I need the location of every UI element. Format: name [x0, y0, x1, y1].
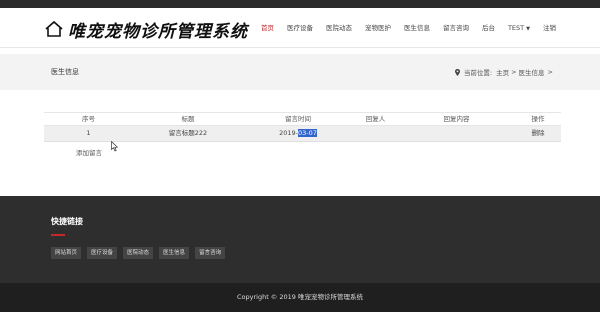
breadcrumb-current[interactable]: 医生信息: [519, 67, 545, 77]
main-nav: 首页 医疗设备 医院动态 宠物医护 医生信息 留言咨询 后台 TEST ▼ 注销: [248, 21, 556, 35]
breadcrumb-prefix: 当前位置:: [463, 69, 493, 77]
nav-message-consult[interactable]: 留言咨询: [443, 21, 469, 35]
page-banner: 医生信息 当前位置: 主页 > 医生信息 >: [0, 54, 600, 90]
nav-pet-care[interactable]: 宠物医护: [365, 21, 391, 35]
site-title: 唯宠宠物诊所管理系统: [68, 21, 248, 42]
top-strip: [0, 0, 600, 8]
nav-logout[interactable]: 注销: [543, 21, 556, 35]
breadcrumb-home[interactable]: 主页: [496, 67, 509, 77]
site-header: 唯宠宠物诊所管理系统 首页 医疗设备 医院动态 宠物医护 医生信息 留言咨询 后…: [0, 8, 600, 48]
quick-links: 网站首页 医疗设备 医院动态 医生信息 留言咨询: [51, 247, 231, 259]
column-header-reply-by: 回复人: [365, 115, 386, 123]
row-time-prefix: 2019-: [279, 129, 298, 137]
column-header-title: 标题: [181, 115, 195, 123]
row-reply-content: [398, 126, 515, 141]
quick-link-equipment[interactable]: 医疗设备: [87, 247, 118, 259]
breadcrumb-separator: >: [547, 68, 553, 76]
table-header: 序号 标题 留言时间 回复人 回复内容 操作: [44, 112, 561, 126]
nav-admin[interactable]: 后台: [482, 21, 495, 35]
row-reply-by: [353, 126, 398, 141]
row-time-selection: 03-07: [298, 129, 317, 137]
quick-link-consult[interactable]: 留言咨询: [195, 247, 226, 259]
breadcrumb: 当前位置: 主页 > 医生信息 >: [454, 67, 553, 77]
user-name: TEST: [507, 24, 525, 32]
row-no: 1: [86, 129, 91, 137]
house-icon: [45, 20, 63, 37]
add-message-link[interactable]: 添加留言: [76, 147, 102, 157]
row-time: 2019-03-07: [243, 126, 353, 141]
column-header-reply-content: 回复内容: [443, 115, 470, 123]
copyright-text: Copyright © 2019 唯宠宠物诊所管理系统: [236, 293, 363, 301]
column-header-time: 留言时间: [285, 115, 311, 123]
mouse-cursor-icon: [111, 141, 118, 152]
footer-title: 快捷链接: [51, 217, 83, 226]
delete-link[interactable]: 删除: [515, 126, 561, 141]
page-title: 医生信息: [51, 68, 79, 76]
nav-medical-equipment[interactable]: 医疗设备: [287, 21, 313, 35]
nav-doctor-info[interactable]: 医生信息: [404, 21, 430, 35]
nav-hospital-news[interactable]: 医院动态: [326, 21, 352, 35]
nav-user-menu[interactable]: TEST ▼: [508, 21, 530, 35]
quick-link-home[interactable]: 网站首页: [51, 247, 82, 259]
site-footer: 快捷链接 网站首页 医疗设备 医院动态 医生信息 留言咨询: [0, 196, 600, 283]
message-table: 序号 标题 留言时间 回复人 回复内容 操作 1 留言标题222 2019-03…: [44, 112, 561, 142]
caret-down-icon: ▼: [526, 26, 530, 32]
breadcrumb-separator: >: [511, 68, 517, 76]
quick-link-news[interactable]: 医院动态: [123, 247, 154, 259]
row-title: 留言标题222: [168, 129, 208, 137]
table-row: 1 留言标题222 2019-03-07 删除: [44, 126, 561, 142]
copyright-bar: Copyright © 2019 唯宠宠物诊所管理系统: [0, 283, 600, 312]
nav-home[interactable]: 首页: [261, 21, 274, 35]
map-pin-icon: [454, 68, 460, 76]
column-header-no: 序号: [82, 115, 95, 123]
footer-accent-line: [51, 234, 65, 236]
quick-link-doctor[interactable]: 医生信息: [159, 247, 190, 259]
column-header-action: 操作: [531, 115, 545, 123]
site-logo[interactable]: 唯宠宠物诊所管理系统: [44, 18, 248, 42]
